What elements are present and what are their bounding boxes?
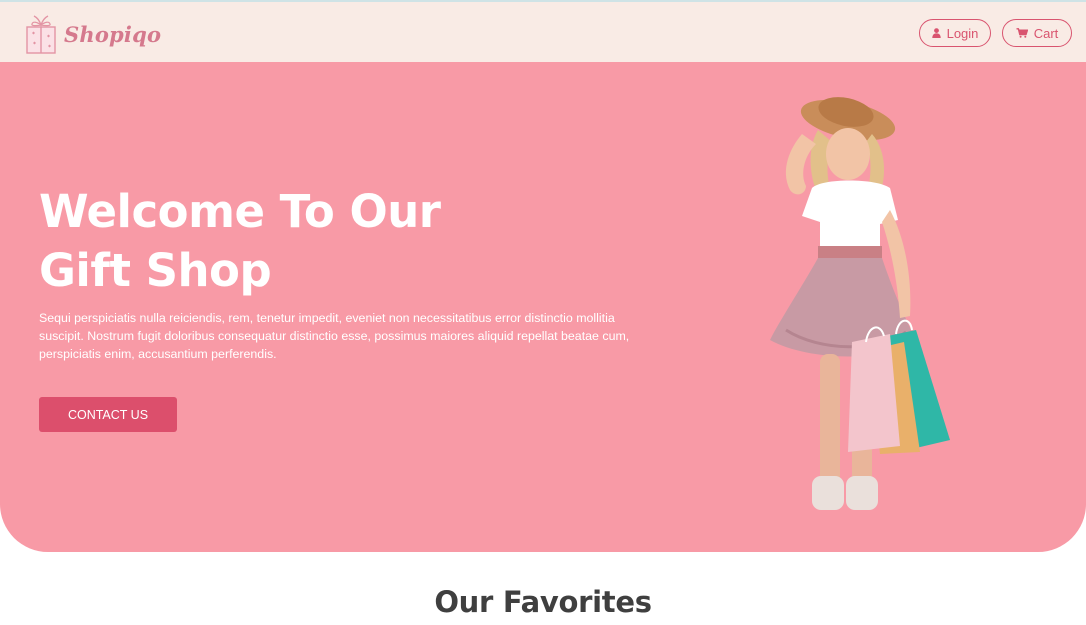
contact-us-button[interactable]: CONTACT US: [39, 397, 177, 432]
brand-logo[interactable]: Shopiqo: [24, 12, 161, 56]
login-label: Login: [946, 25, 979, 41]
hero-section: Welcome To Our Gift Shop Sequi perspicia…: [0, 62, 1086, 552]
cart-button[interactable]: Cart: [1002, 19, 1072, 47]
login-button[interactable]: Login: [919, 19, 991, 47]
hero-title-line2: Gift Shop: [39, 244, 272, 297]
cart-icon: [1016, 28, 1028, 38]
gift-box-icon: [26, 15, 56, 54]
hero-girl-image: [770, 97, 950, 510]
user-icon: [931, 28, 941, 38]
hero-title-line1: Welcome To Our: [39, 185, 441, 238]
section-title-favorites: Our Favorites: [434, 585, 652, 619]
hero-title: Welcome To Our Gift Shop: [39, 182, 499, 300]
brand-name: Shopiqo: [64, 21, 162, 47]
cart-label: Cart: [1033, 25, 1059, 41]
hero-description: Sequi perspiciatis nulla reiciendis, rem…: [39, 311, 630, 361]
navbar: Shopiqo Login Cart: [0, 2, 1086, 62]
